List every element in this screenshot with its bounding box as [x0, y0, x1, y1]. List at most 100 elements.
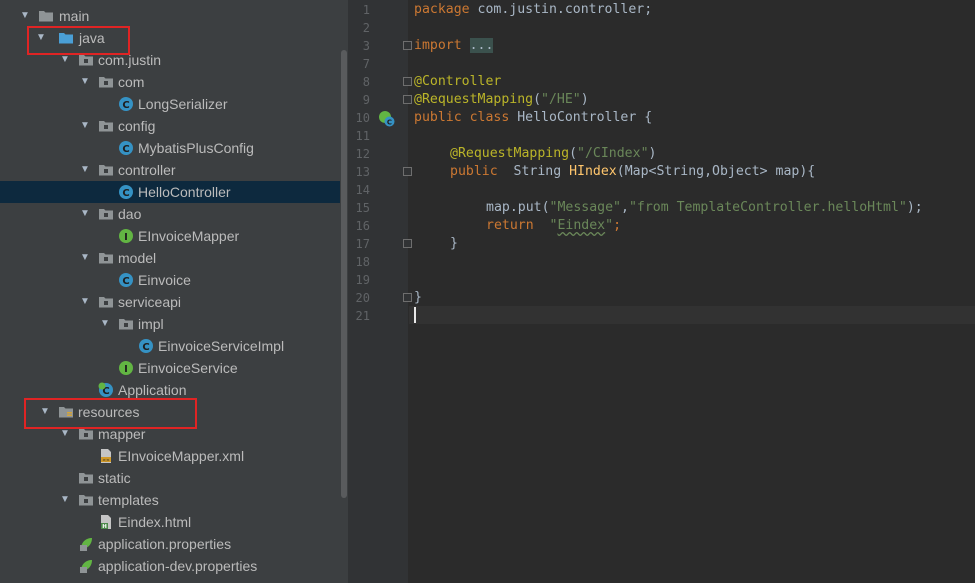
folded-imports[interactable]: ...: [469, 38, 494, 53]
expand-arrow-icon[interactable]: ▼: [78, 203, 92, 225]
project-tree[interactable]: ▼ main ▼ java ▼ com.justin ▼ com C LongS…: [0, 0, 340, 583]
line-number: 10: [355, 111, 370, 125]
class-icon: C: [119, 97, 133, 111]
scrollbar-thumb[interactable]: [341, 50, 347, 498]
code-line-12: @RequestMapping("/CIndex"): [450, 146, 657, 161]
properties-file-icon: [80, 560, 92, 573]
svg-text:C: C: [122, 276, 129, 287]
svg-text:C: C: [387, 119, 392, 127]
package-icon: [99, 121, 113, 132]
xml-file-icon: <>: [101, 449, 111, 463]
folder-icon: [79, 473, 93, 484]
expand-arrow-icon[interactable]: ▼: [78, 115, 92, 137]
editor-gutter: 1 2 3 7 8 9 10 11 12 13 14 15 16 17 18 1…: [350, 0, 412, 583]
tree-item-label: Einvoice: [138, 272, 191, 288]
tree-item-label: MybatisPlusConfig: [138, 140, 254, 156]
current-line-highlight: [409, 306, 975, 324]
tree-item-model[interactable]: ▼ model: [0, 247, 340, 269]
tree-item-label: EInvoiceMapper: [138, 228, 240, 244]
tree-item-config[interactable]: ▼ config: [0, 115, 340, 137]
line-number: 13: [355, 165, 370, 179]
svg-text:<>: <>: [102, 457, 110, 463]
svg-text:C: C: [122, 144, 129, 155]
line-number: 2: [362, 21, 370, 35]
line-number: 1: [362, 3, 370, 17]
expand-arrow-icon[interactable]: ▼: [78, 247, 92, 269]
tree-item-hellocontroller[interactable]: C HelloController: [0, 181, 340, 203]
tree-item-dao[interactable]: ▼ dao: [0, 203, 340, 225]
text-caret: [414, 307, 416, 323]
svg-text:C: C: [122, 100, 129, 111]
tree-item-einvoice[interactable]: C Einvoice: [0, 269, 340, 291]
tree-item-label: model: [118, 250, 157, 266]
line-number: 8: [362, 75, 370, 89]
tree-item-label: application-dev.properties: [98, 558, 258, 574]
tree-item-serviceapi[interactable]: ▼ serviceapi: [0, 291, 340, 313]
tree-item-label: Eindex.html: [118, 514, 192, 530]
code-line-16: return "Eindex";: [486, 218, 622, 233]
code-line-9: @RequestMapping("/HE"): [414, 92, 589, 107]
code-line-10: public class HelloController {: [414, 110, 653, 125]
tree-item-einvoiceservice[interactable]: I EinvoiceService: [0, 357, 340, 379]
svg-text:I: I: [124, 364, 128, 375]
class-icon: C: [139, 339, 153, 353]
line-number: 7: [362, 57, 370, 71]
code-line-1: package com.justin.controller;: [414, 2, 653, 17]
tree-item-label: controller: [118, 162, 176, 178]
line-number: 9: [362, 93, 370, 107]
properties-file-icon: [80, 538, 92, 551]
tree-item-label: serviceapi: [118, 294, 182, 310]
tree-item-einvoiceserviceimpl[interactable]: C EinvoiceServiceImpl: [0, 335, 340, 357]
class-icon: C: [119, 273, 133, 287]
line-number: 17: [355, 237, 370, 251]
line-number: 21: [355, 309, 370, 323]
expand-arrow-icon[interactable]: ▼: [98, 313, 112, 335]
tree-item-label: static: [98, 470, 131, 486]
class-icon: C: [119, 185, 133, 199]
tree-scrollbar[interactable]: [340, 0, 348, 583]
line-number: 20: [355, 291, 370, 305]
tree-item-label: LongSerializer: [138, 96, 228, 112]
tree-item-application-properties[interactable]: application.properties: [0, 533, 340, 555]
line-number: 19: [355, 273, 370, 287]
code-line-15: map.put("Message","from TemplateControll…: [486, 200, 923, 215]
expand-arrow-icon[interactable]: ▼: [58, 489, 72, 511]
tree-item-impl[interactable]: ▼ impl: [0, 313, 340, 335]
tree-item-longserializer[interactable]: C LongSerializer: [0, 93, 340, 115]
tree-item-label: EinvoiceService: [138, 360, 238, 376]
tree-item-templates[interactable]: ▼ templates: [0, 489, 340, 511]
tree-item-label: config: [118, 118, 156, 134]
tree-item-static[interactable]: static: [0, 467, 340, 489]
tree-item-label: impl: [138, 316, 164, 332]
tree-item-label: main: [59, 8, 90, 24]
line-number: 11: [355, 129, 370, 143]
expand-arrow-icon[interactable]: ▼: [78, 291, 92, 313]
folder-icon: [79, 495, 93, 506]
package-icon: [119, 319, 133, 330]
tree-item-eindex-html[interactable]: H Eindex.html: [0, 511, 340, 533]
expand-arrow-icon[interactable]: ▼: [18, 5, 32, 27]
tree-item-mybatisplusconfig[interactable]: C MybatisPlusConfig: [0, 137, 340, 159]
package-icon: [99, 77, 113, 88]
line-number: 12: [355, 147, 370, 161]
tree-item-main[interactable]: ▼ main: [0, 5, 340, 27]
spring-bean-gutter-icon[interactable]: C: [378, 110, 395, 127]
code-editor[interactable]: package com.justin.controller; import ..…: [409, 0, 975, 583]
tree-item-controller[interactable]: ▼ controller: [0, 159, 340, 181]
tree-item-einvoicemapper-xml[interactable]: <> EInvoiceMapper.xml: [0, 445, 340, 467]
folder-icon: [39, 11, 53, 22]
tree-item-label: EInvoiceMapper.xml: [118, 448, 245, 464]
line-number: 3: [362, 39, 370, 53]
svg-text:I: I: [124, 232, 128, 243]
line-number: 14: [355, 183, 370, 197]
svg-text:C: C: [142, 342, 149, 353]
tree-item-label: HelloController: [138, 184, 231, 200]
line-number: 16: [355, 219, 370, 233]
tree-item-application-dev-properties[interactable]: application-dev.properties: [0, 555, 340, 577]
package-icon: [99, 165, 113, 176]
expand-arrow-icon[interactable]: ▼: [78, 71, 92, 93]
tree-item-com[interactable]: ▼ com: [0, 71, 340, 93]
tree-item-einvoicemapper[interactable]: I EInvoiceMapper: [0, 225, 340, 247]
svg-text:C: C: [122, 188, 129, 199]
expand-arrow-icon[interactable]: ▼: [78, 159, 92, 181]
